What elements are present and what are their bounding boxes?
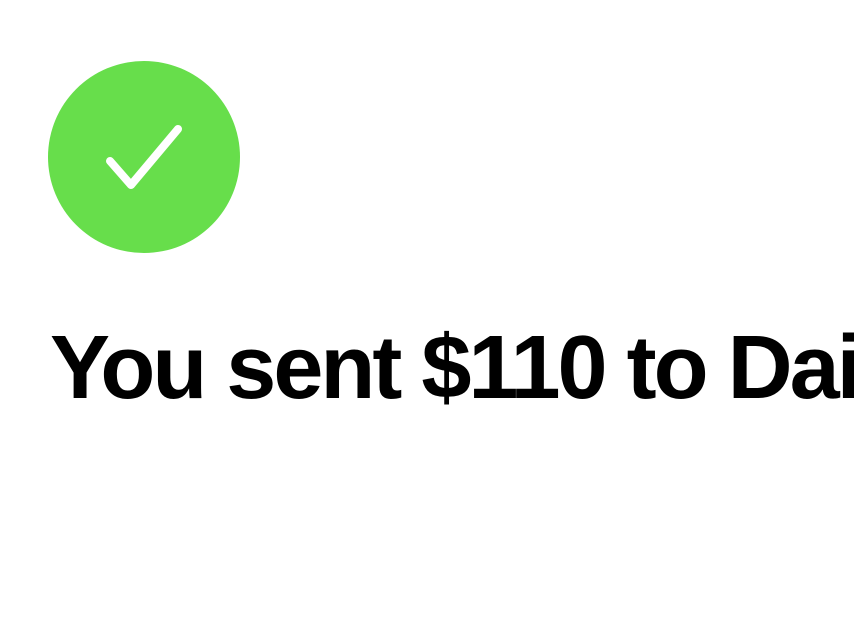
payment-headline: You sent $110 to Dai	[50, 318, 854, 418]
payment-confirmation-screen: You sent $110 to Dai	[0, 0, 854, 643]
check-icon	[106, 125, 182, 189]
success-badge	[48, 61, 240, 253]
